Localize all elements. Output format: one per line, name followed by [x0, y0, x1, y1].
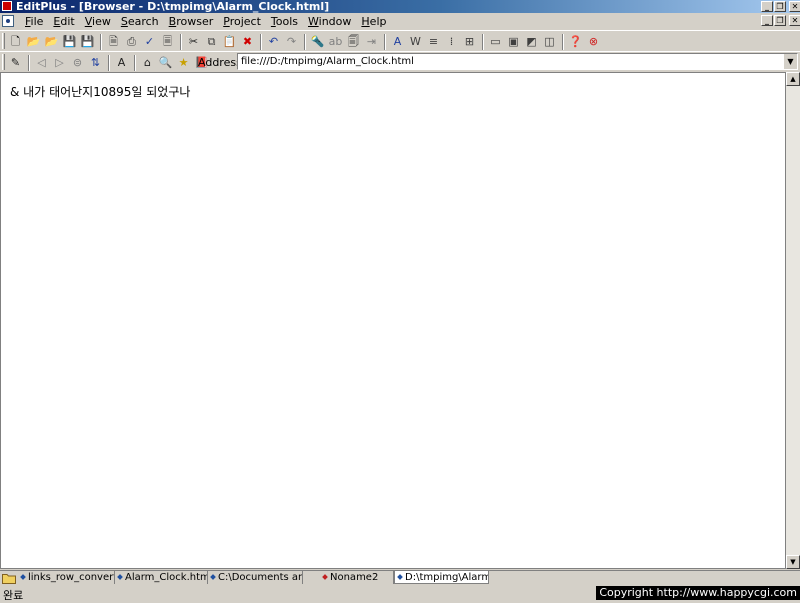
refresh-icon[interactable]: ⇅	[87, 54, 104, 71]
browser-toolbar-grip[interactable]	[2, 54, 5, 70]
browser-view[interactable]: & 내가 태어난지10895일 되었구나	[0, 72, 786, 569]
scroll-down-button[interactable]: ▼	[786, 555, 800, 569]
doc-close-button[interactable]: ✕	[789, 15, 800, 26]
find-icon[interactable]: 🔦	[309, 33, 326, 50]
menu-window[interactable]: Window	[303, 14, 356, 29]
menu-project[interactable]: Project	[218, 14, 266, 29]
menu-file[interactable]: File	[20, 14, 48, 29]
goto-icon[interactable]: ⇥	[363, 33, 380, 50]
window-controls: _ ❐ ✕	[761, 1, 800, 12]
toolbar-separator	[100, 33, 102, 50]
open-file-icon[interactable]: 📂	[25, 33, 42, 50]
page-text: & 내가 태어난지10895일 되었구나	[10, 85, 191, 99]
cut-icon[interactable]: ✂	[185, 33, 202, 50]
toolbar-separator	[384, 33, 386, 50]
window-title: EditPlus - [Browser - D:\tmpimg\Alarm_Cl…	[16, 0, 330, 13]
search-web-icon[interactable]: 🔍	[157, 54, 174, 71]
browser-toolbar-icons: ✎ ◁ ▷ ⊜ ⇅ A ⌂ 🔍 ★ 📕	[7, 54, 211, 71]
menu-edit[interactable]: Edit	[48, 14, 79, 29]
cliptext-icon[interactable]: ▣	[505, 33, 522, 50]
document-system-icon[interactable]	[2, 15, 14, 27]
status-bar: 완료 Copyright http://www.happycgi.com	[0, 586, 800, 602]
vertical-scrollbar[interactable]: ▲ ▼	[786, 72, 800, 569]
toolbar-separator	[482, 33, 484, 50]
toolbar-separator	[304, 33, 306, 50]
print-preview-icon[interactable]: 🗎	[105, 33, 122, 50]
main-toolbar-icons: 🗋 📂 📂 💾 💾 🗎 ⎙ ✓ 🗏 ✂ ⧉ 📋 ✖ ↶ ↷ 🔦 ab 🗐 ⇥ A W ≡ ⁞ ⊞ ▭ ▣ ◩ ◫ ❓ ⊗	[7, 33, 603, 50]
line-number-icon[interactable]: ≡	[425, 33, 442, 50]
spell-check-icon[interactable]: ✓	[141, 33, 158, 50]
document-tab-bar: links_row_convert.r Alarm_Clock.html C:\…	[0, 570, 800, 585]
close-window-button[interactable]: ✕	[789, 1, 800, 12]
find-in-files-icon[interactable]: 🗐	[345, 33, 362, 50]
toolbar-separator	[108, 54, 110, 71]
address-input[interactable]	[239, 54, 783, 69]
open-remote-icon[interactable]: 📂	[43, 33, 60, 50]
menu-bar: File Edit View Search Browser Project To…	[0, 14, 800, 29]
toolbar-separator	[134, 54, 136, 71]
toolbar-grip[interactable]	[2, 33, 5, 49]
help-icon[interactable]: ❓	[567, 33, 584, 50]
ruler-icon[interactable]: ⁞	[443, 33, 460, 50]
save-icon[interactable]: 💾	[61, 33, 78, 50]
main-toolbar: 🗋 📂 📂 💾 💾 🗎 ⎙ ✓ 🗏 ✂ ⧉ 📋 ✖ ↶ ↷ 🔦 ab 🗐 ⇥ A W ≡ ⁞ ⊞ ▭ ▣ ◩ ◫ ❓ ⊗	[0, 30, 800, 52]
status-text: 완료	[3, 589, 24, 602]
forward-icon[interactable]: ▷	[51, 54, 68, 71]
tab-noname2[interactable]: Noname2	[320, 571, 394, 584]
copyright-banner: Copyright http://www.happycgi.com	[596, 586, 800, 600]
delete-icon[interactable]: ✖	[239, 33, 256, 50]
toolbar-separator	[260, 33, 262, 50]
print-icon[interactable]: ⎙	[123, 33, 140, 50]
save-all-icon[interactable]: 💾	[79, 33, 96, 50]
menu-browser[interactable]: Browser	[164, 14, 219, 29]
browser-icon[interactable]: ◫	[541, 33, 558, 50]
folder-icon[interactable]	[2, 572, 16, 584]
scroll-up-button[interactable]: ▲	[786, 72, 800, 86]
tab-links-row-convert[interactable]: links_row_convert.r	[18, 571, 115, 584]
doc-restore-button[interactable]: ❐	[774, 15, 786, 26]
document-controls: _ ❐ ✕	[761, 15, 800, 26]
toolbar-separator	[562, 33, 564, 50]
restore-button[interactable]: ❐	[774, 1, 786, 12]
browser-toolbar: ✎◁▷⊜⇅A⌂🔍★📕 Address ▼	[0, 51, 800, 73]
word-wrap-icon[interactable]: W	[407, 33, 424, 50]
menu-help[interactable]: Help	[356, 14, 391, 29]
stop-icon[interactable]: ⊜	[69, 54, 86, 71]
doc-minimize-button[interactable]: _	[761, 15, 773, 26]
address-label: Address	[198, 56, 242, 69]
menu-view[interactable]: View	[80, 14, 116, 29]
font-size-icon[interactable]: A	[113, 54, 130, 71]
redo-icon[interactable]: ↷	[283, 33, 300, 50]
document-icon[interactable]: 🗏	[159, 33, 176, 50]
tab-documents[interactable]: C:\Documents an	[208, 571, 303, 584]
menu-items: File Edit View Search Browser Project To…	[20, 14, 391, 29]
address-dropdown-button[interactable]: ▼	[783, 54, 797, 69]
column-select-icon[interactable]: ⊞	[461, 33, 478, 50]
output-window-icon[interactable]: ▭	[487, 33, 504, 50]
menu-tools[interactable]: Tools	[266, 14, 303, 29]
copy-icon[interactable]: ⧉	[203, 33, 220, 50]
close-icon[interactable]: ⊗	[585, 33, 602, 50]
minimize-button[interactable]: _	[761, 1, 773, 12]
font-icon[interactable]: A	[389, 33, 406, 50]
title-bar: EditPlus - [Browser - D:\tmpimg\Alarm_Cl…	[0, 0, 800, 13]
directory-icon[interactable]: ◩	[523, 33, 540, 50]
new-file-icon[interactable]: 🗋	[7, 33, 24, 50]
tab-browser-alarm[interactable]: D:\tmpimg\Alarm	[394, 571, 489, 584]
edit-pencil-icon[interactable]: ✎	[7, 54, 24, 71]
address-bar: ▼	[237, 53, 798, 70]
undo-icon[interactable]: ↶	[265, 33, 282, 50]
replace-icon[interactable]: ab	[327, 33, 344, 50]
editplus-app-icon[interactable]	[2, 1, 12, 11]
toolbar-separator	[180, 33, 182, 50]
favorites-icon[interactable]: ★	[175, 54, 192, 71]
tab-alarm-clock[interactable]: Alarm_Clock.html	[115, 571, 208, 584]
menu-search[interactable]: Search	[116, 14, 164, 29]
back-icon[interactable]: ◁	[33, 54, 50, 71]
toolbar-separator	[28, 54, 30, 71]
paste-icon[interactable]: 📋	[221, 33, 238, 50]
home-icon[interactable]: ⌂	[139, 54, 156, 71]
